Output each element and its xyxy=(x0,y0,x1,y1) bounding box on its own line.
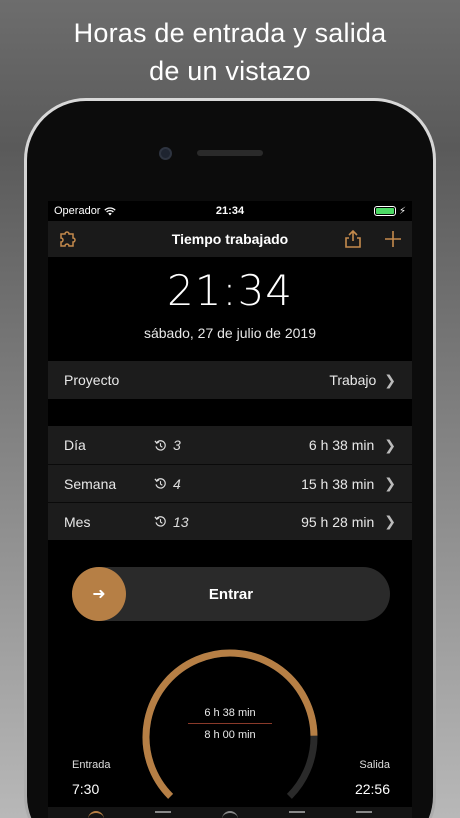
stats-group: Día 3 6 h 38 min ❯ Semana 4 15 h 38 min … xyxy=(48,426,412,540)
stats-row-month[interactable]: Mes 13 95 h 28 min ❯ xyxy=(48,502,412,540)
entry-label: Entrada xyxy=(72,759,111,771)
gauge-progress xyxy=(142,649,318,799)
chevron-right-icon: ❯ xyxy=(384,436,396,453)
stat-value: 15 h 38 min xyxy=(301,475,375,492)
current-time: 21:34 xyxy=(166,266,294,315)
gauge-divider xyxy=(188,723,272,724)
chevron-right-icon: ❯ xyxy=(384,475,396,491)
headline: Horas de entrada y salida de un vistazo xyxy=(0,14,460,90)
stats-row-day[interactable]: Día 3 6 h 38 min ❯ xyxy=(48,426,412,464)
phone-body: Operador 21:34 ⚡ Tiempo trabajado 21:34 … xyxy=(27,101,433,818)
project-value: Trabajo xyxy=(329,372,377,388)
arrow-right-icon: ➜ xyxy=(92,586,106,603)
entry-time: 7:30 xyxy=(72,781,100,797)
tab-layers-icon[interactable] xyxy=(221,811,238,818)
tab-star-icon[interactable] xyxy=(356,811,373,818)
front-camera xyxy=(159,147,172,160)
slider-label: Entrar xyxy=(208,585,254,603)
history-icon xyxy=(154,478,166,489)
stat-count-value: 4 xyxy=(173,475,181,492)
history-icon xyxy=(154,439,166,451)
stat-label: Día xyxy=(64,437,86,453)
headline-line-1: Horas de entrada y salida xyxy=(73,18,387,48)
exit-time: 22:56 xyxy=(354,781,390,797)
earpiece-speaker xyxy=(197,150,263,156)
stat-value: 6 h 38 min xyxy=(308,437,375,453)
history-icon xyxy=(154,516,166,527)
stat-value: 95 h 28 min xyxy=(301,513,375,530)
stat-count-value: 13 xyxy=(173,513,189,530)
chevron-right-icon: ❯ xyxy=(384,371,396,388)
clock-in-slider[interactable]: ➜ Entrar xyxy=(72,567,390,621)
gauge-target-time: 8 h 00 min xyxy=(204,729,256,741)
project-label: Proyecto xyxy=(64,372,120,388)
project-row[interactable]: Proyecto Trabajo ❯ xyxy=(48,361,412,399)
add-icon[interactable] xyxy=(384,230,402,248)
share-icon[interactable] xyxy=(344,229,362,249)
exit-label: Salida xyxy=(359,759,390,771)
gauge-worked-time: 6 h 38 min xyxy=(204,707,256,719)
stat-count-value: 3 xyxy=(173,437,181,453)
stat-label: Semana xyxy=(64,475,117,492)
tab-bar xyxy=(48,807,412,818)
current-date: sábado, 27 de julio de 2019 xyxy=(143,325,317,341)
stats-row-week[interactable]: Semana 4 15 h 38 min ❯ xyxy=(48,464,412,502)
puzzle-icon[interactable] xyxy=(58,229,78,249)
headline-line-2: de un vistazo xyxy=(149,56,311,86)
tab-coffee-icon[interactable] xyxy=(154,811,171,818)
time-gauge: 6 h 38 min 8 h 00 min Entrada 7:30 Salid… xyxy=(48,645,412,815)
app-screen: Operador 21:34 ⚡ Tiempo trabajado 21:34 … xyxy=(48,201,412,818)
status-bar: Operador 21:34 ⚡ xyxy=(48,201,412,221)
navigation-bar: Tiempo trabajado xyxy=(48,221,412,257)
clock-block: 21:34 sábado, 27 de julio de 2019 xyxy=(48,257,412,361)
phone-frame: Operador 21:34 ⚡ Tiempo trabajado 21:34 … xyxy=(24,98,436,818)
stat-label: Mes xyxy=(64,513,91,530)
status-time: 21:34 xyxy=(215,205,245,217)
slider-knob[interactable]: ➜ xyxy=(72,567,126,621)
tab-list-icon[interactable] xyxy=(289,811,306,818)
chevron-right-icon: ❯ xyxy=(384,513,396,529)
battery-icon xyxy=(373,206,396,216)
tab-timer-icon[interactable] xyxy=(87,811,104,818)
gauge-ring xyxy=(142,649,318,799)
